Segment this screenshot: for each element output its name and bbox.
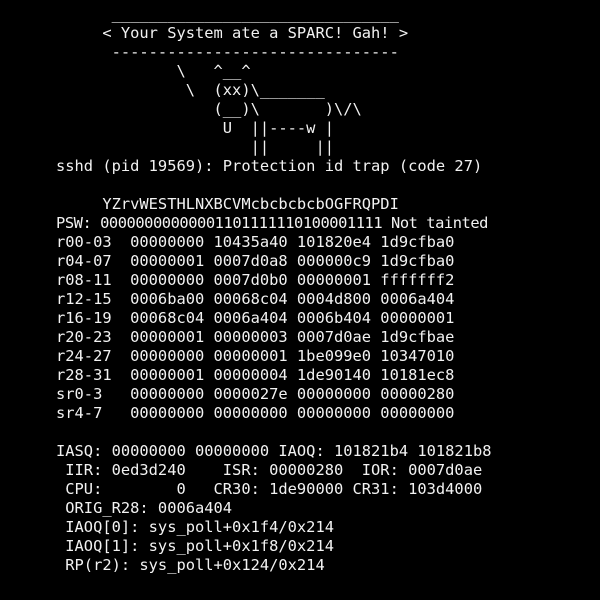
rp-symbol-line: RP(r2): sys_poll+0x124/0x214 <box>56 556 325 574</box>
register-row-sr4-7: sr4-7 00000000 00000000 00000000 0000000… <box>56 404 455 422</box>
register-row-r16-19: r16-19 00068c04 0006a404 0006b404 000000… <box>56 309 455 327</box>
speech-bubble-bottom: ------------------------------- <box>56 43 399 61</box>
ascii-cow-line-4: U ||----w | <box>56 119 334 137</box>
ascii-cow-line-3: (__)\ )\/\ <box>56 100 362 118</box>
register-row-r24-27: r24-27 00000000 00000001 1be099e0 103470… <box>56 347 455 365</box>
register-row-r28-31: r28-31 00000001 00000004 1de90140 10181e… <box>56 366 455 384</box>
register-row-r12-15: r12-15 0006ba00 00068c04 0004d800 0006a4… <box>56 290 455 308</box>
ascii-cow-line-5: || || <box>56 138 334 156</box>
console-output: _______________________________ < Your S… <box>56 5 596 595</box>
iasq-iaoq-line: IASQ: 00000000 00000000 IAOQ: 101821b4 1… <box>56 442 492 460</box>
trap-message: sshd (pid 19569): Protection id trap (co… <box>56 157 483 175</box>
register-row-r20-23: r20-23 00000001 00000003 0007d0ae 1d9cfb… <box>56 328 455 346</box>
register-row-sr0-3: sr0-3 00000000 0000027e 00000000 0000028… <box>56 385 455 403</box>
psw-flag-letters: YZrvWESTHLNXBCVMcbcbcbcbOGFRQPDI <box>56 195 399 213</box>
speech-bubble-text: < Your System ate a SPARC! Gah! > <box>56 24 409 42</box>
cpu-cr-line: CPU: 0 CR30: 1de90000 CR31: 103d4000 <box>56 480 483 498</box>
register-row-r04-07: r04-07 00000001 0007d0a8 000000c9 1d9cfb… <box>56 252 455 270</box>
iaoq1-symbol-line: IAOQ[1]: sys_poll+0x1f8/0x214 <box>56 537 334 555</box>
ascii-cow-line-1: \ ^__^ <box>56 62 251 80</box>
register-row-r08-11: r08-11 00000000 0007d0b0 00000001 ffffff… <box>56 271 455 289</box>
register-row-r00-03: r00-03 00000000 10435a40 101820e4 1d9cfb… <box>56 233 455 251</box>
psw-line: PSW: 00000000000001101111110100001111 No… <box>56 214 488 232</box>
iir-isr-ior-line: IIR: 0ed3d240 ISR: 00000280 IOR: 0007d0a… <box>56 461 483 479</box>
orig-r28-line: ORIG_R28: 0006a404 <box>56 499 233 517</box>
ascii-cow-line-2: \ (xx)\_______ <box>56 81 325 99</box>
iaoq0-symbol-line: IAOQ[0]: sys_poll+0x1f4/0x214 <box>56 518 334 536</box>
speech-bubble-top: _______________________________ <box>56 5 399 23</box>
